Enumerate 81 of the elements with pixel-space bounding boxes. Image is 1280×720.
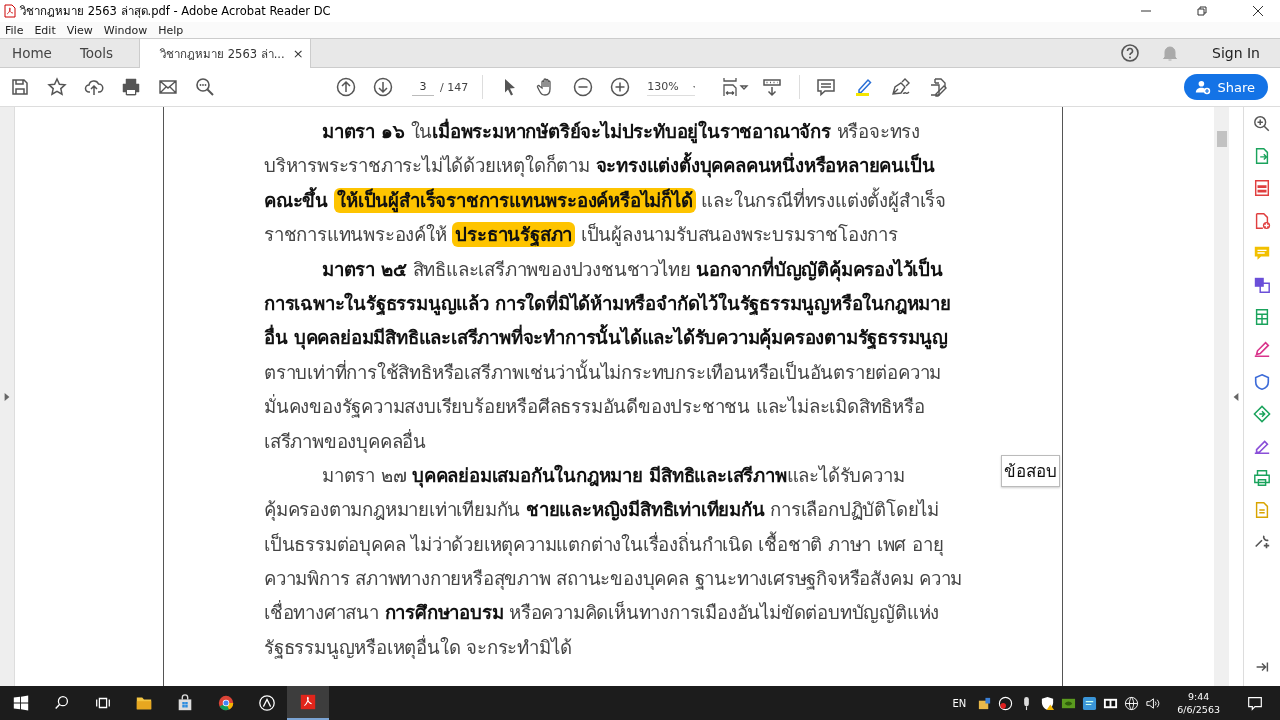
printer-icon[interactable] bbox=[1253, 469, 1271, 488]
export-icon[interactable] bbox=[1253, 404, 1271, 423]
app-tray-icon[interactable] bbox=[1082, 695, 1098, 711]
text-line: คณะขึ้น ให้เป็นผู้สำเร็จราชการแทนพระองค์หรือไม่ก็ได้ และในกรณีที่ทรงแต่งตั้งผู้สำเร็จ bbox=[264, 186, 947, 215]
shield-icon[interactable] bbox=[1253, 372, 1271, 391]
spreadsheet-icon[interactable] bbox=[1253, 308, 1271, 327]
menu-item[interactable]: Window bbox=[103, 23, 148, 37]
recorder-icon[interactable] bbox=[998, 695, 1014, 711]
export-pdf-icon[interactable] bbox=[1253, 147, 1271, 166]
highlighter-icon[interactable] bbox=[853, 77, 874, 97]
nav-tab[interactable]: Home bbox=[0, 39, 68, 67]
zoom-out-icon[interactable] bbox=[573, 77, 594, 97]
text-line: ความพิการ สภาพทางกายหรือสุขภาพ สถานะของบุคคล ฐานะทางเศรษฐกิจหรือสังคม ความ bbox=[264, 567, 964, 592]
add-person-icon bbox=[1195, 79, 1212, 95]
text-line: มาตรา ๑๖ ในเมื่อพระมหากษัตริย์จะไม่ประทับอยู่ในราชอาณาจักร หรือจะทรง bbox=[264, 115, 986, 150]
text-line: ราชการแทนพระองค์ให้ ประธานรัฐสภา เป็นผู้ลงนามรับสนองพระบรมราชโองการ bbox=[264, 221, 899, 250]
zoom-dropdown[interactable]: 130% bbox=[647, 78, 696, 96]
sign-in-link[interactable]: Sign In bbox=[1212, 45, 1260, 61]
mail-icon[interactable] bbox=[158, 77, 178, 97]
text-line: บริหารพระราชภาระไม่ได้ด้วยเหตุใดก็ตาม จะทรงแต่งตั้งบุคคลคนหนึ่งหรือหลายคนเป็น bbox=[264, 149, 986, 184]
page-number-field[interactable]: 3 bbox=[412, 78, 434, 96]
window-title: วิชากฎหมาย 2563 ล่าสุด.pdf - Adobe Acrobat Reader DC bbox=[20, 3, 331, 20]
print-icon[interactable] bbox=[121, 77, 141, 97]
text-line: มาตรา ๒๗ บุคคลย่อมเสมอกันในกฎหมาย มีสิทธิและเสรีภาพและได้รับความ bbox=[321, 463, 906, 490]
browser-icon[interactable] bbox=[217, 694, 235, 712]
combine-files-icon[interactable] bbox=[1253, 275, 1271, 294]
globe-icon[interactable] bbox=[1124, 695, 1140, 711]
text-line: มาตรา ๒๕ สิทธิและเสรีภาพของปวงชนชาวไทย นอกจากที่บัญญัติคุ้มครองไว้เป็น bbox=[321, 255, 944, 284]
close-icon[interactable] bbox=[1253, 6, 1263, 16]
page-count: / 147 bbox=[440, 80, 469, 94]
scrollbar[interactable] bbox=[1214, 107, 1229, 686]
share-button[interactable]: Share bbox=[1184, 74, 1268, 100]
text-line: เชื่อทางศาสนา การศึกษาอบรม หรือความคิดเห็นทางการเมืองอันไม่ขัดต่อบทบัญญัติแห่ง bbox=[264, 599, 941, 626]
pencil-icon[interactable] bbox=[1253, 340, 1271, 359]
sticky-note-comment[interactable]: ข้อสอบ bbox=[1001, 455, 1060, 487]
document-tab[interactable]: วิชากฎหมาย 2563 ล่า... × bbox=[139, 39, 311, 68]
menu-item[interactable]: Help bbox=[158, 23, 184, 37]
zoom-in-icon[interactable] bbox=[610, 77, 631, 97]
menu-item[interactable]: Edit bbox=[34, 23, 56, 37]
pen-icon[interactable] bbox=[890, 77, 911, 97]
menu-item[interactable]: File bbox=[5, 23, 24, 37]
shopping-bag-icon[interactable] bbox=[176, 694, 194, 712]
text-line: เสรีภาพของบุคคลอื่น bbox=[264, 428, 427, 455]
text-line: เป็นธรรมต่อบุคคล ไม่ว่าด้วยเหตุความแตกต่างในเรื่องถิ่นกำเนิด เชื้อชาติ ภาษา เพศ อายุ bbox=[264, 530, 945, 558]
text-line: รัฐธรรมนูญหรือเหตุอื่นใด จะกระทำมิได้ bbox=[264, 634, 573, 661]
clock-time[interactable]: 9:44 bbox=[1188, 690, 1210, 703]
speaker-icon[interactable] bbox=[1145, 695, 1161, 711]
create-pdf-icon[interactable] bbox=[1253, 211, 1271, 230]
text-line: อื่น บุคคลย่อมมีสิทธิและเสรีภาพที่จะทำการนั้นได้และได้รับความคุ้มครองตามรัฐธรรมนูญ bbox=[264, 321, 986, 356]
pdf-app-icon[interactable] bbox=[287, 686, 329, 720]
text-line: มั่นคงของรัฐความสงบเรียบร้อยหรือศีลธรรมอันดีของประชาชน และไม่ละเมิดสิทธิหรือ bbox=[264, 393, 926, 420]
comment-icon[interactable] bbox=[816, 77, 837, 97]
collapse-right-panel-icon[interactable] bbox=[1233, 392, 1239, 401]
cloud-upload-icon[interactable] bbox=[84, 77, 104, 97]
network-drive-icon[interactable] bbox=[977, 695, 993, 711]
restore-icon[interactable] bbox=[1197, 6, 1207, 16]
scroll-mode-icon[interactable] bbox=[762, 77, 783, 97]
circle-app-icon[interactable] bbox=[258, 694, 276, 712]
menu-item[interactable]: View bbox=[66, 23, 93, 37]
help-icon[interactable] bbox=[1120, 43, 1140, 63]
shield-warning-icon[interactable] bbox=[1040, 695, 1056, 711]
page-fit-icon[interactable] bbox=[721, 77, 750, 97]
previous-page-icon[interactable] bbox=[336, 77, 356, 97]
text-line: คุ้มครองตามกฎหมายเท่าเทียมกัน ชายและหญิงมีสิทธิเท่าเทียมกัน การเลือกปฏิบัติโดยไม่ bbox=[264, 498, 941, 523]
document-pages-icon[interactable] bbox=[1253, 179, 1271, 198]
search-icon[interactable] bbox=[195, 77, 215, 97]
nav-tab[interactable]: Tools bbox=[67, 39, 130, 67]
clock-date[interactable]: 6/6/2563 bbox=[1177, 703, 1220, 716]
save-icon[interactable] bbox=[10, 77, 30, 97]
language-indicator[interactable]: EN bbox=[952, 697, 967, 709]
zoom-icon[interactable] bbox=[1253, 115, 1271, 133]
text-line: การเฉพาะในรัฐธรรมนูญแล้ว การใดที่มิได้ห้ามหรือจำกัดไว้ในรัฐธรรมนูญหรือในกฎหมาย bbox=[264, 289, 952, 318]
next-page-icon[interactable] bbox=[373, 77, 393, 97]
close-tab-button[interactable]: × bbox=[292, 46, 304, 61]
pdf-file-icon bbox=[4, 4, 16, 18]
star-icon[interactable] bbox=[47, 77, 67, 97]
expand-left-panel-icon[interactable] bbox=[4, 392, 10, 401]
windows-logo-icon[interactable] bbox=[12, 694, 30, 712]
notification-icon[interactable] bbox=[1246, 694, 1264, 712]
search-icon[interactable] bbox=[53, 694, 71, 712]
text-line: ตราบเท่าที่การใช้สิทธิหรือเสรีภาพเช่นว่านั้นไม่กระทบกระเทือนหรือเป็นอันตรายต่อความ bbox=[264, 358, 943, 385]
